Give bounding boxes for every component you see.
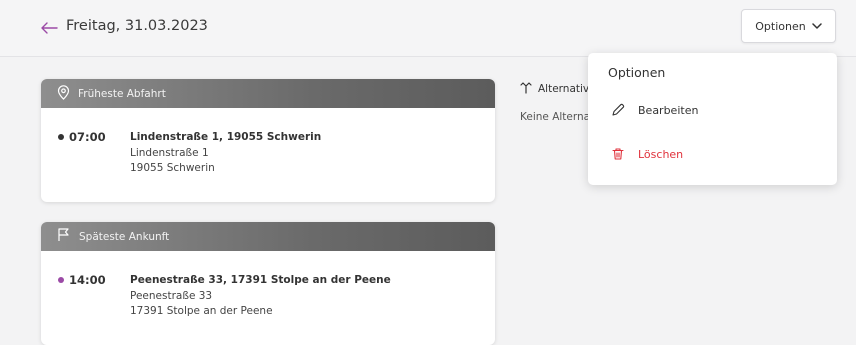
address-block: Peenestraße 33, 17391 Stolpe an der Peen…: [130, 273, 391, 320]
split-arrows-icon: [520, 81, 532, 97]
menu-item-edit[interactable]: Bearbeiten: [588, 95, 837, 125]
departure-card: Früheste Abfahrt 07:00 Lindenstraße 1, 1…: [41, 79, 495, 202]
page-title: Freitag, 31.03.2023: [66, 18, 208, 34]
arrival-card: Späteste Ankunft 14:00 Peenestraße 33, 1…: [41, 222, 495, 345]
card-title: Früheste Abfahrt: [78, 87, 166, 100]
address-line: 19055 Schwerin: [130, 162, 215, 174]
address-line: Lindenstraße 1: [130, 146, 209, 159]
status-dot: [58, 134, 64, 140]
options-button[interactable]: Optionen: [741, 9, 836, 43]
dropdown-title: Optionen: [608, 65, 666, 80]
address-line: 17391 Stolpe an der Peene: [130, 305, 273, 317]
menu-item-delete[interactable]: Löschen: [588, 139, 837, 169]
time-value: 14:00: [69, 273, 106, 287]
alternatives-title: Alternativ: [520, 81, 589, 97]
menu-item-label: Bearbeiten: [638, 103, 699, 117]
flag-icon: [57, 228, 71, 245]
address-block: Lindenstraße 1, 19055 Schwerin Lindenstr…: [130, 130, 321, 177]
top-bar: Freitag, 31.03.2023 Optionen: [0, 0, 856, 57]
chevron-down-icon: [811, 20, 822, 33]
arrival-time: 14:00: [58, 273, 106, 287]
card-body: 07:00 Lindenstraße 1, 19055 Schwerin Lin…: [41, 108, 495, 202]
card-body: 14:00 Peenestraße 33, 17391 Stolpe an de…: [41, 251, 495, 345]
address-main: Lindenstraße 1, 19055 Schwerin: [130, 131, 322, 143]
map-pin-icon: [57, 84, 70, 103]
options-button-label: Optionen: [755, 19, 806, 33]
card-header: Früheste Abfahrt: [41, 79, 495, 108]
departure-time: 07:00: [58, 130, 106, 144]
address-line: Peenestraße 33: [130, 289, 213, 302]
card-title: Späteste Ankunft: [79, 230, 170, 243]
arrow-left-icon[interactable]: [40, 20, 58, 36]
address-main: Peenestraße 33, 17391 Stolpe an der Peen…: [130, 274, 391, 286]
options-dropdown: Optionen Bearbeiten Löschen: [588, 53, 837, 185]
alternatives-empty-text: Keine Alterna: [520, 111, 591, 123]
pencil-icon: [611, 103, 625, 117]
time-value: 07:00: [69, 130, 106, 144]
trash-icon: [611, 147, 625, 161]
alternatives-title-label: Alternativ: [538, 83, 590, 95]
menu-item-label: Löschen: [638, 147, 684, 161]
status-dot: [58, 277, 64, 283]
card-header: Späteste Ankunft: [41, 222, 495, 251]
